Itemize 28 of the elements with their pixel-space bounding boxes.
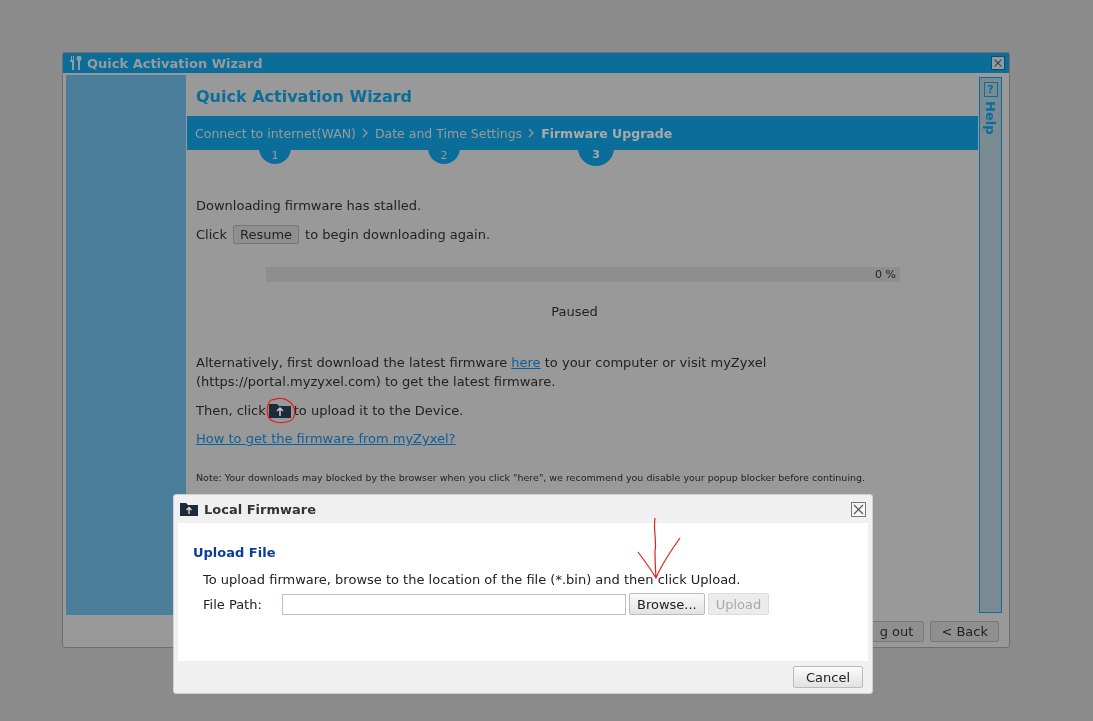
chevron-icon xyxy=(361,128,369,138)
folder-upload-icon xyxy=(180,502,198,516)
click-text: Click xyxy=(196,227,227,242)
note-text: Note: Your downloads may blocked by the browser when you click "here", we recommend you disable your popup blocker before continuing. xyxy=(196,472,867,483)
instructions-paragraph: Alternatively, first download the latest firmware here to your computer or visit myZyxel (https://portal.myzyxel.com) to get the latest firmware. xyxy=(196,354,768,391)
instruction-text: to begin downloading again. xyxy=(305,227,491,242)
wizard-heading: Quick Activation Wizard xyxy=(195,86,414,108)
field-label: File Path: xyxy=(203,596,263,612)
dialog-title: Local Firmware xyxy=(204,501,316,517)
close-icon[interactable] xyxy=(991,56,1005,70)
upload-instructions: To upload firmware, browse to the location of the file (*.bin) and then click Upload. xyxy=(203,572,742,587)
window-title: Quick Activation Wizard xyxy=(87,55,263,71)
section-title: Upload File xyxy=(193,545,277,560)
footer-button[interactable]: < Back xyxy=(930,620,999,642)
file-path-field[interactable] xyxy=(282,593,626,615)
help-label: Help xyxy=(983,101,998,135)
cancel-button[interactable]: Cancel xyxy=(792,666,863,688)
progress-status: Paused xyxy=(550,304,599,319)
chevron-icon xyxy=(528,128,536,138)
upload-instruction-text: to upload it to the Device. xyxy=(293,402,464,418)
status-message: Downloading firmware has stalled. xyxy=(196,197,423,215)
help-icon: ? xyxy=(983,82,998,97)
close-icon[interactable] xyxy=(851,501,866,517)
then-click-text: Then, click xyxy=(196,402,266,418)
folder-upload-icon[interactable] xyxy=(267,401,292,419)
progress-reading: 0 % xyxy=(875,267,896,282)
browse-button[interactable]: Browse... xyxy=(629,593,705,615)
resume-button[interactable]: Resume xyxy=(233,225,300,244)
